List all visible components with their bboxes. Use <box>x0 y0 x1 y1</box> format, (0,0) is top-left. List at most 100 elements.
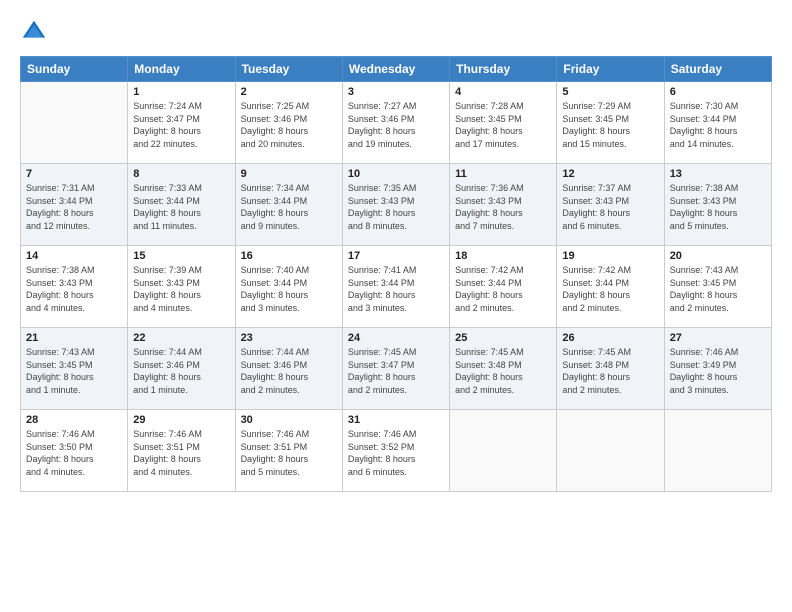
calendar-week-row: 21Sunrise: 7:43 AM Sunset: 3:45 PM Dayli… <box>21 328 772 410</box>
calendar-week-row: 7 Sunrise: 7:31 AM Sunset: 3:44 PM Daylig… <box>21 164 772 246</box>
day-number: 20 <box>670 250 766 262</box>
weekday-header: Monday <box>128 57 235 82</box>
day-number: 26 <box>562 332 658 344</box>
day-info: Sunrise: 7:40 AM Sunset: 3:44 PM Dayligh… <box>241 264 337 314</box>
day-info: Sunrise: 7:37 AM Sunset: 3:43 PM Dayligh… <box>562 182 658 232</box>
day-info: Sunrise: 7:44 AM Sunset: 3:46 PM Dayligh… <box>133 346 229 396</box>
day-number: 2 <box>241 86 337 98</box>
day-info: Sunrise: 7:46 AM Sunset: 3:50 PM Dayligh… <box>26 428 122 478</box>
calendar-table: SundayMondayTuesdayWednesdayThursdayFrid… <box>20 56 772 492</box>
calendar-day-cell <box>450 410 557 492</box>
calendar-day-cell: 20 Sunrise: 7:43 AM Sunset: 3:45 PM Dayli… <box>664 246 771 328</box>
calendar-week-row: 1Sunrise: 7:24 AM Sunset: 3:47 PM Daylig… <box>21 82 772 164</box>
day-info: Sunrise: 7:38 AM Sunset: 3:43 PM Dayligh… <box>26 264 122 314</box>
day-info: Sunrise: 7:30 AM Sunset: 3:44 PM Dayligh… <box>670 100 766 150</box>
day-number: 9 <box>241 168 337 180</box>
calendar-day-cell: 6 Sunrise: 7:30 AM Sunset: 3:44 PM Daylig… <box>664 82 771 164</box>
day-number: 27 <box>670 332 766 344</box>
day-info: Sunrise: 7:36 AM Sunset: 3:43 PM Dayligh… <box>455 182 551 232</box>
day-info: Sunrise: 7:25 AM Sunset: 3:46 PM Dayligh… <box>241 100 337 150</box>
day-info: Sunrise: 7:39 AM Sunset: 3:43 PM Dayligh… <box>133 264 229 314</box>
day-number: 18 <box>455 250 551 262</box>
calendar-day-cell: 23 Sunrise: 7:44 AM Sunset: 3:46 PM Dayli… <box>235 328 342 410</box>
day-info: Sunrise: 7:33 AM Sunset: 3:44 PM Dayligh… <box>133 182 229 232</box>
weekday-header: Saturday <box>664 57 771 82</box>
day-info: Sunrise: 7:46 AM Sunset: 3:51 PM Dayligh… <box>241 428 337 478</box>
calendar-day-cell: 11 Sunrise: 7:36 AM Sunset: 3:43 PM Dayli… <box>450 164 557 246</box>
day-number: 23 <box>241 332 337 344</box>
day-number: 12 <box>562 168 658 180</box>
calendar-day-cell: 22 Sunrise: 7:44 AM Sunset: 3:46 PM Dayli… <box>128 328 235 410</box>
day-number: 25 <box>455 332 551 344</box>
day-number: 30 <box>241 414 337 426</box>
day-info: Sunrise: 7:42 AM Sunset: 3:44 PM Dayligh… <box>455 264 551 314</box>
day-info: Sunrise: 7:27 AM Sunset: 3:46 PM Dayligh… <box>348 100 444 150</box>
calendar-week-row: 28 Sunrise: 7:46 AM Sunset: 3:50 PM Dayli… <box>21 410 772 492</box>
day-number: 5 <box>562 86 658 98</box>
day-number: 16 <box>241 250 337 262</box>
day-info: Sunrise: 7:46 AM Sunset: 3:49 PM Dayligh… <box>670 346 766 396</box>
calendar-day-cell: 7 Sunrise: 7:31 AM Sunset: 3:44 PM Daylig… <box>21 164 128 246</box>
day-info: Sunrise: 7:28 AM Sunset: 3:45 PM Dayligh… <box>455 100 551 150</box>
calendar-day-cell: 31 Sunrise: 7:46 AM Sunset: 3:52 PM Dayli… <box>342 410 449 492</box>
day-info: Sunrise: 7:45 AM Sunset: 3:48 PM Dayligh… <box>562 346 658 396</box>
calendar-day-cell: 16 Sunrise: 7:40 AM Sunset: 3:44 PM Dayli… <box>235 246 342 328</box>
day-number: 13 <box>670 168 766 180</box>
calendar-day-cell: 17 Sunrise: 7:41 AM Sunset: 3:44 PM Dayli… <box>342 246 449 328</box>
day-number: 17 <box>348 250 444 262</box>
calendar-day-cell: 27 Sunrise: 7:46 AM Sunset: 3:49 PM Dayli… <box>664 328 771 410</box>
calendar-day-cell: 29Sunrise: 7:46 AM Sunset: 3:51 PM Dayli… <box>128 410 235 492</box>
day-number: 28 <box>26 414 122 426</box>
day-number: 6 <box>670 86 766 98</box>
header <box>20 18 772 46</box>
calendar-day-cell: 2 Sunrise: 7:25 AM Sunset: 3:46 PM Daylig… <box>235 82 342 164</box>
weekday-header: Wednesday <box>342 57 449 82</box>
calendar-day-cell: 9 Sunrise: 7:34 AM Sunset: 3:44 PM Daylig… <box>235 164 342 246</box>
calendar-day-cell: 14 Sunrise: 7:38 AM Sunset: 3:43 PM Dayli… <box>21 246 128 328</box>
calendar-day-cell: 30 Sunrise: 7:46 AM Sunset: 3:51 PM Dayli… <box>235 410 342 492</box>
weekday-header: Friday <box>557 57 664 82</box>
day-number: 11 <box>455 168 551 180</box>
calendar-day-cell: 21Sunrise: 7:43 AM Sunset: 3:45 PM Dayli… <box>21 328 128 410</box>
day-info: Sunrise: 7:31 AM Sunset: 3:44 PM Dayligh… <box>26 182 122 232</box>
calendar-header-row: SundayMondayTuesdayWednesdayThursdayFrid… <box>21 57 772 82</box>
weekday-header: Thursday <box>450 57 557 82</box>
calendar-day-cell: 15 Sunrise: 7:39 AM Sunset: 3:43 PM Dayli… <box>128 246 235 328</box>
day-number: 22 <box>133 332 229 344</box>
calendar-day-cell: 8Sunrise: 7:33 AM Sunset: 3:44 PM Daylig… <box>128 164 235 246</box>
calendar-day-cell: 5 Sunrise: 7:29 AM Sunset: 3:45 PM Daylig… <box>557 82 664 164</box>
day-number: 21 <box>26 332 122 344</box>
day-number: 31 <box>348 414 444 426</box>
day-number: 3 <box>348 86 444 98</box>
day-info: Sunrise: 7:44 AM Sunset: 3:46 PM Dayligh… <box>241 346 337 396</box>
day-info: Sunrise: 7:46 AM Sunset: 3:52 PM Dayligh… <box>348 428 444 478</box>
calendar-day-cell <box>664 410 771 492</box>
day-number: 7 <box>26 168 122 180</box>
calendar-day-cell: 24Sunrise: 7:45 AM Sunset: 3:47 PM Dayli… <box>342 328 449 410</box>
day-info: Sunrise: 7:45 AM Sunset: 3:48 PM Dayligh… <box>455 346 551 396</box>
day-info: Sunrise: 7:45 AM Sunset: 3:47 PM Dayligh… <box>348 346 444 396</box>
day-info: Sunrise: 7:34 AM Sunset: 3:44 PM Dayligh… <box>241 182 337 232</box>
day-info: Sunrise: 7:41 AM Sunset: 3:44 PM Dayligh… <box>348 264 444 314</box>
day-info: Sunrise: 7:29 AM Sunset: 3:45 PM Dayligh… <box>562 100 658 150</box>
calendar-day-cell: 25 Sunrise: 7:45 AM Sunset: 3:48 PM Dayli… <box>450 328 557 410</box>
calendar-day-cell: 1Sunrise: 7:24 AM Sunset: 3:47 PM Daylig… <box>128 82 235 164</box>
calendar-day-cell: 4Sunrise: 7:28 AM Sunset: 3:45 PM Daylig… <box>450 82 557 164</box>
calendar-day-cell: 19Sunrise: 7:42 AM Sunset: 3:44 PM Dayli… <box>557 246 664 328</box>
weekday-header: Sunday <box>21 57 128 82</box>
day-info: Sunrise: 7:43 AM Sunset: 3:45 PM Dayligh… <box>670 264 766 314</box>
calendar-day-cell: 18 Sunrise: 7:42 AM Sunset: 3:44 PM Dayli… <box>450 246 557 328</box>
day-number: 14 <box>26 250 122 262</box>
day-number: 15 <box>133 250 229 262</box>
day-info: Sunrise: 7:35 AM Sunset: 3:43 PM Dayligh… <box>348 182 444 232</box>
calendar-day-cell: 28 Sunrise: 7:46 AM Sunset: 3:50 PM Dayli… <box>21 410 128 492</box>
page: SundayMondayTuesdayWednesdayThursdayFrid… <box>0 0 792 612</box>
logo-icon <box>20 18 48 46</box>
logo <box>20 18 52 46</box>
day-number: 10 <box>348 168 444 180</box>
calendar-day-cell: 13 Sunrise: 7:38 AM Sunset: 3:43 PM Dayli… <box>664 164 771 246</box>
weekday-header: Tuesday <box>235 57 342 82</box>
day-info: Sunrise: 7:42 AM Sunset: 3:44 PM Dayligh… <box>562 264 658 314</box>
day-info: Sunrise: 7:38 AM Sunset: 3:43 PM Dayligh… <box>670 182 766 232</box>
day-number: 1 <box>133 86 229 98</box>
